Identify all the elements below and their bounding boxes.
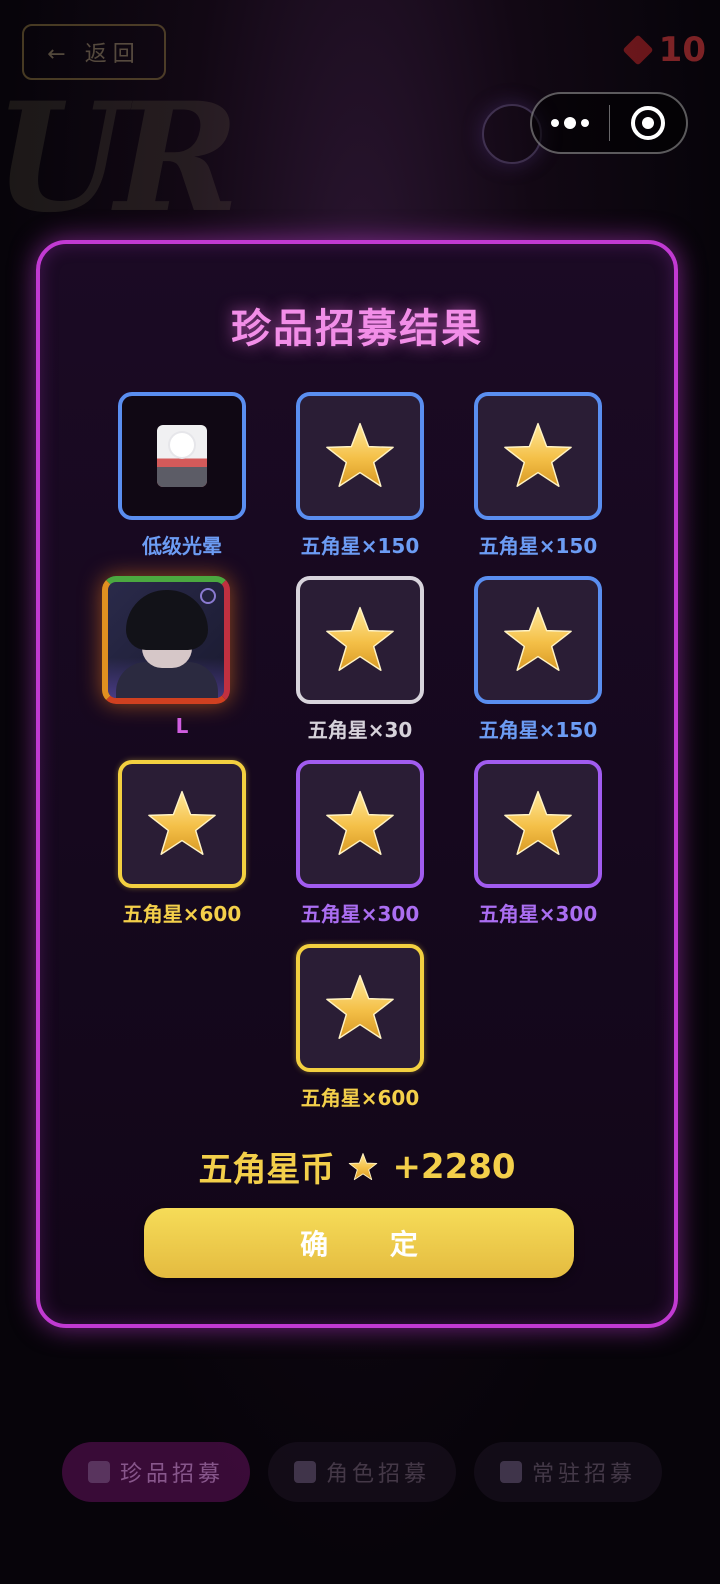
result-label: L (175, 714, 189, 738)
bottom-tab-bar: 珍品招募 角色招募 常驻招募 (62, 1442, 662, 1502)
gem-counter: 10 (622, 30, 706, 70)
total-label: 五角星币 (198, 1150, 335, 1190)
result-card-star[interactable] (474, 760, 602, 888)
result-label: 五角星×150 (300, 534, 420, 558)
result-label: 五角星×150 (478, 534, 598, 558)
result-card-star[interactable] (296, 944, 424, 1072)
tab-character-recruit[interactable]: 角色招募 (268, 1442, 456, 1502)
close-target-icon[interactable] (610, 106, 687, 140)
tab-treasure-recruit[interactable]: 珍品招募 (62, 1442, 250, 1502)
star-icon (326, 606, 394, 671)
star-icon (326, 790, 394, 855)
result-card-star[interactable] (118, 760, 246, 888)
picture-frame-icon (157, 425, 207, 487)
tab-label: 角色招募 (325, 1462, 430, 1487)
tab-standard-recruit[interactable]: 常驻招募 (474, 1442, 662, 1502)
star-icon (326, 422, 394, 487)
result-card-character[interactable] (102, 576, 230, 704)
character-portrait (108, 582, 224, 698)
result-card-star[interactable] (296, 576, 424, 704)
result-label: 五角星×300 (300, 902, 420, 926)
miniprogram-capsule (530, 92, 688, 154)
result-card-star[interactable] (296, 760, 424, 888)
recruit-result-modal: 珍品招募结果 低级光晕 五角星×150 五角星×150 L 五角星×30 五角星… (36, 240, 678, 1328)
temple-icon (499, 1461, 522, 1483)
tab-label: 珍品招募 (119, 1462, 224, 1487)
star-icon (148, 790, 216, 855)
back-button[interactable]: ← 返回 (22, 24, 166, 80)
confirm-button[interactable]: 确 定 (144, 1208, 574, 1278)
star-icon (504, 422, 572, 487)
total-value: +2280 (392, 1146, 516, 1187)
star-icon (326, 974, 394, 1039)
result-label: 五角星×600 (122, 902, 242, 926)
total-reward: 五角星币 +2280 (40, 1142, 674, 1191)
result-card-halo[interactable] (118, 392, 246, 520)
gem-icon (622, 34, 654, 66)
mask-icon (293, 1461, 316, 1483)
star-icon (504, 790, 572, 855)
result-card-star[interactable] (296, 392, 424, 520)
result-label: 低级光晕 (142, 534, 222, 558)
star-icon (504, 606, 572, 671)
result-label: 五角星×30 (307, 718, 413, 742)
result-card-star[interactable] (474, 392, 602, 520)
tab-label: 常驻招募 (531, 1462, 636, 1487)
result-card-star[interactable] (474, 576, 602, 704)
moon-icon (200, 588, 216, 604)
more-dots-icon[interactable] (532, 117, 609, 129)
result-label: 五角星×600 (300, 1086, 420, 1110)
gem-count-value: 10 (658, 30, 706, 70)
ur-banner-text: UR (0, 70, 239, 246)
result-label: 五角星×300 (478, 902, 598, 926)
result-label: 五角星×150 (478, 718, 598, 742)
gem-icon (87, 1461, 110, 1483)
modal-title: 珍品招募结果 (231, 306, 483, 352)
star-coin-icon (349, 1152, 378, 1180)
